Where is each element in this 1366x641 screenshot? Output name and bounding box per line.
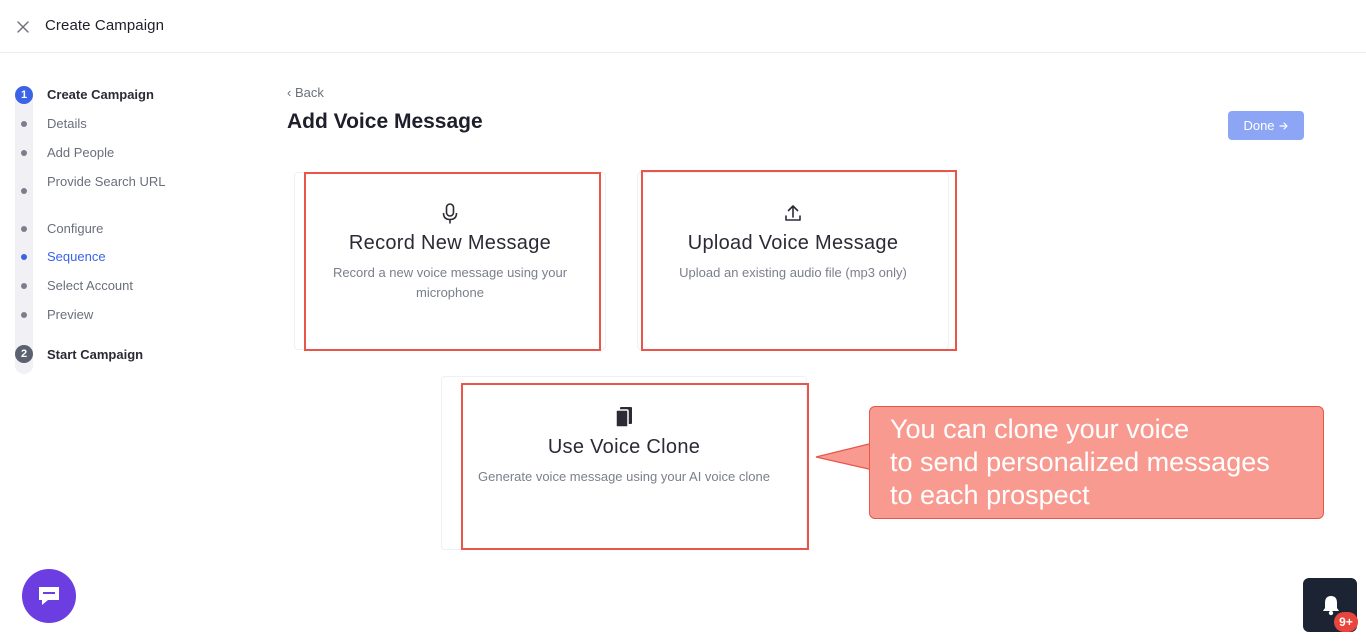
arrow-right-icon	[1278, 121, 1288, 130]
step-item-configure[interactable]: Configure	[47, 220, 167, 238]
campaign-stepper: 1 Create Campaign Details Add People Pro…	[15, 86, 205, 376]
step-item-details[interactable]: Details	[47, 115, 167, 133]
step-dot	[21, 121, 27, 127]
chevron-left-icon: ‹	[287, 85, 292, 100]
step-dot	[21, 188, 27, 194]
step-item-sequence[interactable]: Sequence	[47, 248, 167, 266]
page-header-title: Create Campaign	[45, 17, 165, 34]
voice-clone-callout: You can clone your voice to send persona…	[869, 406, 1324, 519]
card-description: Generate voice message using your AI voi…	[478, 469, 770, 484]
callout-pointer	[815, 442, 874, 471]
highlight-outline	[304, 172, 601, 351]
chat-launcher-button[interactable]	[22, 569, 76, 623]
highlight-outline	[641, 170, 957, 351]
card-description: Record a new voice message using your mi…	[332, 265, 568, 300]
step-2-title[interactable]: Start Campaign	[47, 347, 143, 362]
back-label: Back	[294, 85, 324, 100]
step-dot	[21, 150, 27, 156]
step-dot	[21, 283, 27, 289]
step-item-provide-search-url[interactable]: Provide Search URL	[47, 173, 167, 191]
card-title: Record New Message	[348, 232, 552, 254]
step-dot	[21, 226, 27, 232]
notification-count-badge: 9+	[1334, 612, 1358, 632]
voice-clone-icon	[615, 407, 632, 428]
chat-bubble-icon	[39, 587, 59, 605]
step-dot	[21, 312, 27, 318]
step-item-preview[interactable]: Preview	[47, 306, 167, 324]
upload-icon	[785, 205, 801, 221]
step-1-number: 1	[15, 86, 33, 104]
card-description: Upload an existing audio file (mp3 only)	[679, 265, 907, 280]
step-1-title[interactable]: Create Campaign	[47, 87, 154, 102]
back-link[interactable]: ‹ Back	[287, 85, 324, 100]
upload-voice-message-card[interactable]: Upload Voice Message Upload an existing …	[637, 170, 957, 351]
microphone-icon	[442, 203, 458, 224]
step-item-add-people[interactable]: Add People	[47, 144, 167, 162]
close-icon[interactable]	[14, 18, 32, 36]
done-button[interactable]: Done	[1228, 111, 1304, 140]
step-item-select-account[interactable]: Select Account	[47, 277, 167, 295]
record-new-message-card[interactable]: Record New Message Record a new voice me…	[294, 172, 606, 351]
top-bar: Create Campaign	[0, 0, 1366, 53]
callout-line: You can clone your voice	[890, 414, 1190, 444]
step-dot-active	[21, 254, 27, 260]
card-title: Use Voice Clone	[547, 436, 701, 458]
callout-line: to send personalized messages	[890, 447, 1270, 477]
done-label: Done	[1243, 118, 1275, 133]
card-title: Upload Voice Message	[687, 232, 899, 254]
step-2-number: 2	[15, 345, 33, 363]
use-voice-clone-card[interactable]: Use Voice Clone Generate voice message u…	[441, 376, 809, 550]
page-title: Add Voice Message	[287, 110, 483, 133]
callout-line: to each prospect	[890, 480, 1090, 510]
